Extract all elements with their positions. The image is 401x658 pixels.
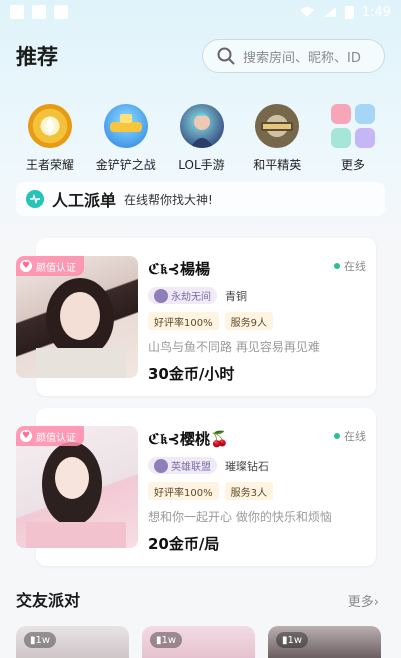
party-room-tile[interactable]: ▮ 1w xyxy=(16,626,129,658)
player-info: ℭ𝔨⊰楊楊 永劫无间 青铜 好评率100% 服务9人 山鸟与鱼不同路 再见容易再… xyxy=(148,258,320,384)
rank-row: 永劫无间 青铜 xyxy=(148,287,320,304)
rating-tag: 好评率100% xyxy=(148,482,219,500)
viewer-count: ▮ 1w xyxy=(150,632,183,648)
party-room-tile[interactable]: ▮ 1w xyxy=(268,626,381,658)
banner-subtitle: 在线帮你找大神! xyxy=(124,192,213,207)
player-price: 20金币/局 xyxy=(148,535,220,553)
manual-dispatch-banner[interactable]: 人工派单 在线帮你找大神! xyxy=(16,182,385,216)
viewer-count: ▮ 1w xyxy=(276,632,309,648)
player-avatar[interactable]: ♥ 颜值认证 xyxy=(16,256,138,378)
game-item-golden-spatula[interactable]: 金铲铲之战 xyxy=(90,104,162,174)
viewer-count-label: 1w xyxy=(161,634,177,646)
image-icon xyxy=(32,5,46,19)
game-pill: 英雄联盟 xyxy=(148,457,217,474)
game-pill-label: 永劫无间 xyxy=(171,292,211,303)
game-label: 王者荣耀 xyxy=(25,158,74,172)
viewer-count-label: 1w xyxy=(287,634,303,646)
rank-label: 璀璨钻石 xyxy=(225,459,269,473)
tag-row: 好评率100% 服务3人 xyxy=(148,482,332,500)
game-item-more[interactable]: 更多 xyxy=(317,104,389,174)
player-bio: 山鸟与鱼不同路 再见容易再见难 xyxy=(148,340,320,354)
search-icon xyxy=(217,47,235,65)
game-item-peace-elite[interactable]: 和平精英 xyxy=(241,104,313,174)
more-label: 更多 xyxy=(347,595,374,610)
add-icon xyxy=(54,5,68,19)
game-rank-icon xyxy=(154,288,168,303)
status-left xyxy=(10,5,68,19)
search-input[interactable]: 搜索房间、昵称、ID xyxy=(202,39,385,73)
pulse-icon xyxy=(26,190,44,208)
rank-row: 英雄联盟 璀璨钻石 xyxy=(148,457,332,474)
section-title: 交友派对 xyxy=(16,591,81,610)
online-dot xyxy=(334,433,340,439)
player-name: ℭ𝔨⊰樱桃🍒 xyxy=(148,430,229,448)
badge-label: 颜值认证 xyxy=(36,262,76,274)
party-tiles: ▮ 1w ▮ 1w ▮ 1w xyxy=(16,626,386,658)
served-tag: 服务3人 xyxy=(224,482,273,500)
rating-tag: 好评率100% xyxy=(148,312,219,330)
heart-icon: ♥ xyxy=(20,260,32,272)
player-avatar[interactable]: ♥ 颜值认证 xyxy=(16,426,138,548)
status-right: 1:49 xyxy=(299,5,391,20)
page-title: 推荐 xyxy=(16,45,58,69)
status-bar: 1:49 xyxy=(0,0,401,24)
game-label: 和平精英 xyxy=(253,158,302,172)
game-rank-icon xyxy=(154,458,168,473)
badge-label: 颜值认证 xyxy=(36,432,76,444)
lol-mobile-icon xyxy=(179,104,224,148)
online-status: 在线 xyxy=(334,428,366,444)
game-pill-label: 英雄联盟 xyxy=(171,462,211,473)
verified-badge: ♥ 颜值认证 xyxy=(16,426,84,446)
signal-icon xyxy=(323,7,336,17)
banner-title: 人工派单 xyxy=(52,191,117,210)
more-link[interactable]: 更多› xyxy=(348,591,379,610)
player-name: ℭ𝔨⊰楊楊 xyxy=(148,260,210,278)
verified-badge: ♥ 颜值认证 xyxy=(16,256,84,276)
battery-icon xyxy=(344,6,354,19)
party-room-tile[interactable]: ▮ 1w xyxy=(142,626,255,658)
game-label: LOL手游 xyxy=(178,158,225,172)
tag-row: 好评率100% 服务9人 xyxy=(148,312,320,330)
honor-of-kings-icon xyxy=(28,104,72,148)
online-label: 在线 xyxy=(344,260,366,273)
served-tag: 服务9人 xyxy=(224,312,273,330)
golden-spatula-icon xyxy=(103,104,148,148)
game-item-honor-of-kings[interactable]: 王者荣耀 xyxy=(14,104,86,174)
player-price: 30金币/小时 xyxy=(148,365,235,383)
notification-icon xyxy=(10,5,24,19)
game-item-lol-mobile[interactable]: LOL手游 xyxy=(166,104,238,174)
wifi-icon xyxy=(299,7,314,17)
game-category-row: 王者荣耀 金铲铲之战 LOL手游 和平精英 更多 xyxy=(0,104,401,174)
online-dot xyxy=(334,263,340,269)
player-bio: 想和你一起开心 做你的快乐和烦恼 xyxy=(148,510,332,524)
viewer-count-label: 1w xyxy=(35,634,51,646)
game-label: 金铲铲之战 xyxy=(95,158,156,172)
player-info: ℭ𝔨⊰樱桃🍒 英雄联盟 璀璨钻石 好评率100% 服务3人 想和你一起开心 做你… xyxy=(148,428,332,554)
peace-elite-icon xyxy=(255,104,300,148)
viewer-count: ▮ 1w xyxy=(24,632,57,648)
rank-label: 青铜 xyxy=(225,289,247,303)
status-time: 1:49 xyxy=(361,4,391,20)
online-status: 在线 xyxy=(334,258,366,274)
chevron-right-icon: › xyxy=(373,595,379,610)
online-label: 在线 xyxy=(344,430,366,443)
more-grid-icon xyxy=(331,104,375,148)
header: 推荐 搜索房间、昵称、ID xyxy=(16,38,385,74)
heart-icon: ♥ xyxy=(20,430,32,442)
search-placeholder: 搜索房间、昵称、ID xyxy=(243,50,361,66)
game-label: 更多 xyxy=(340,158,365,172)
game-pill: 永劫无间 xyxy=(148,287,217,304)
